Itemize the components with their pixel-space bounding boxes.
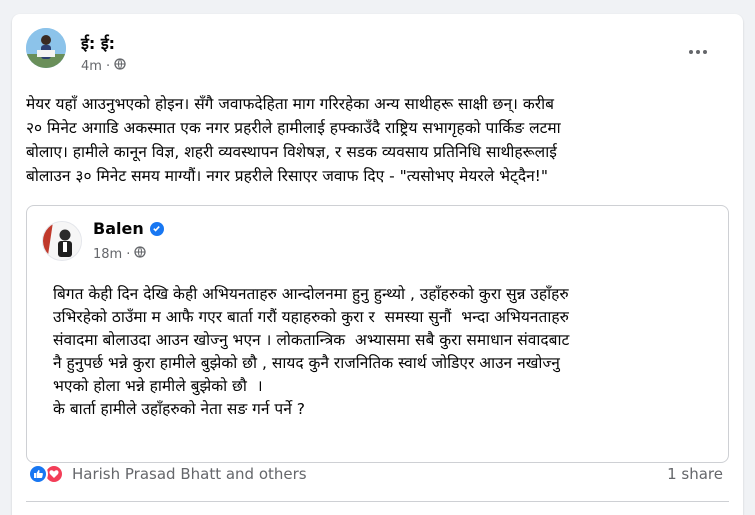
shared-author: Balen: [93, 219, 164, 238]
shared-post-time[interactable]: 18m: [93, 247, 122, 262]
post-header: ई: ई: 4m ·: [26, 28, 716, 76]
shared-post-text: बिगत केही दिन देखि केही अभियनताहरु आन्दो…: [53, 285, 570, 418]
shared-post[interactable]: Balen 18m · बिगत केही दिन देखि केही अभिय…: [26, 205, 729, 463]
shared-author-avatar[interactable]: [42, 221, 82, 261]
author-avatar[interactable]: [26, 28, 66, 68]
shared-post-meta: 18m ·: [93, 246, 147, 262]
globe-icon: [134, 246, 147, 262]
shares-count[interactable]: 1 share: [667, 465, 723, 483]
reactions-summary[interactable]: Harish Prasad Bhatt and others: [28, 462, 307, 486]
verified-badge-icon: [149, 221, 164, 236]
post-time[interactable]: 4m: [81, 59, 102, 74]
shared-author-name[interactable]: Balen: [93, 219, 144, 238]
like-icon: [28, 464, 48, 484]
post-meta: 4m ·: [81, 58, 126, 74]
divider: [26, 501, 729, 502]
more-options-button[interactable]: [680, 34, 716, 70]
reaction-names[interactable]: Harish Prasad Bhatt and others: [72, 465, 307, 483]
globe-icon: [114, 58, 126, 74]
author-name[interactable]: ई: ई:: [81, 32, 115, 54]
post-card: ई: ई: 4m · मेयर यहाँ आउनुभएको होइन। सँगै…: [12, 14, 743, 515]
post-text: मेयर यहाँ आउनुभएको होइन। सँगै जवाफदेहिता…: [26, 95, 561, 185]
